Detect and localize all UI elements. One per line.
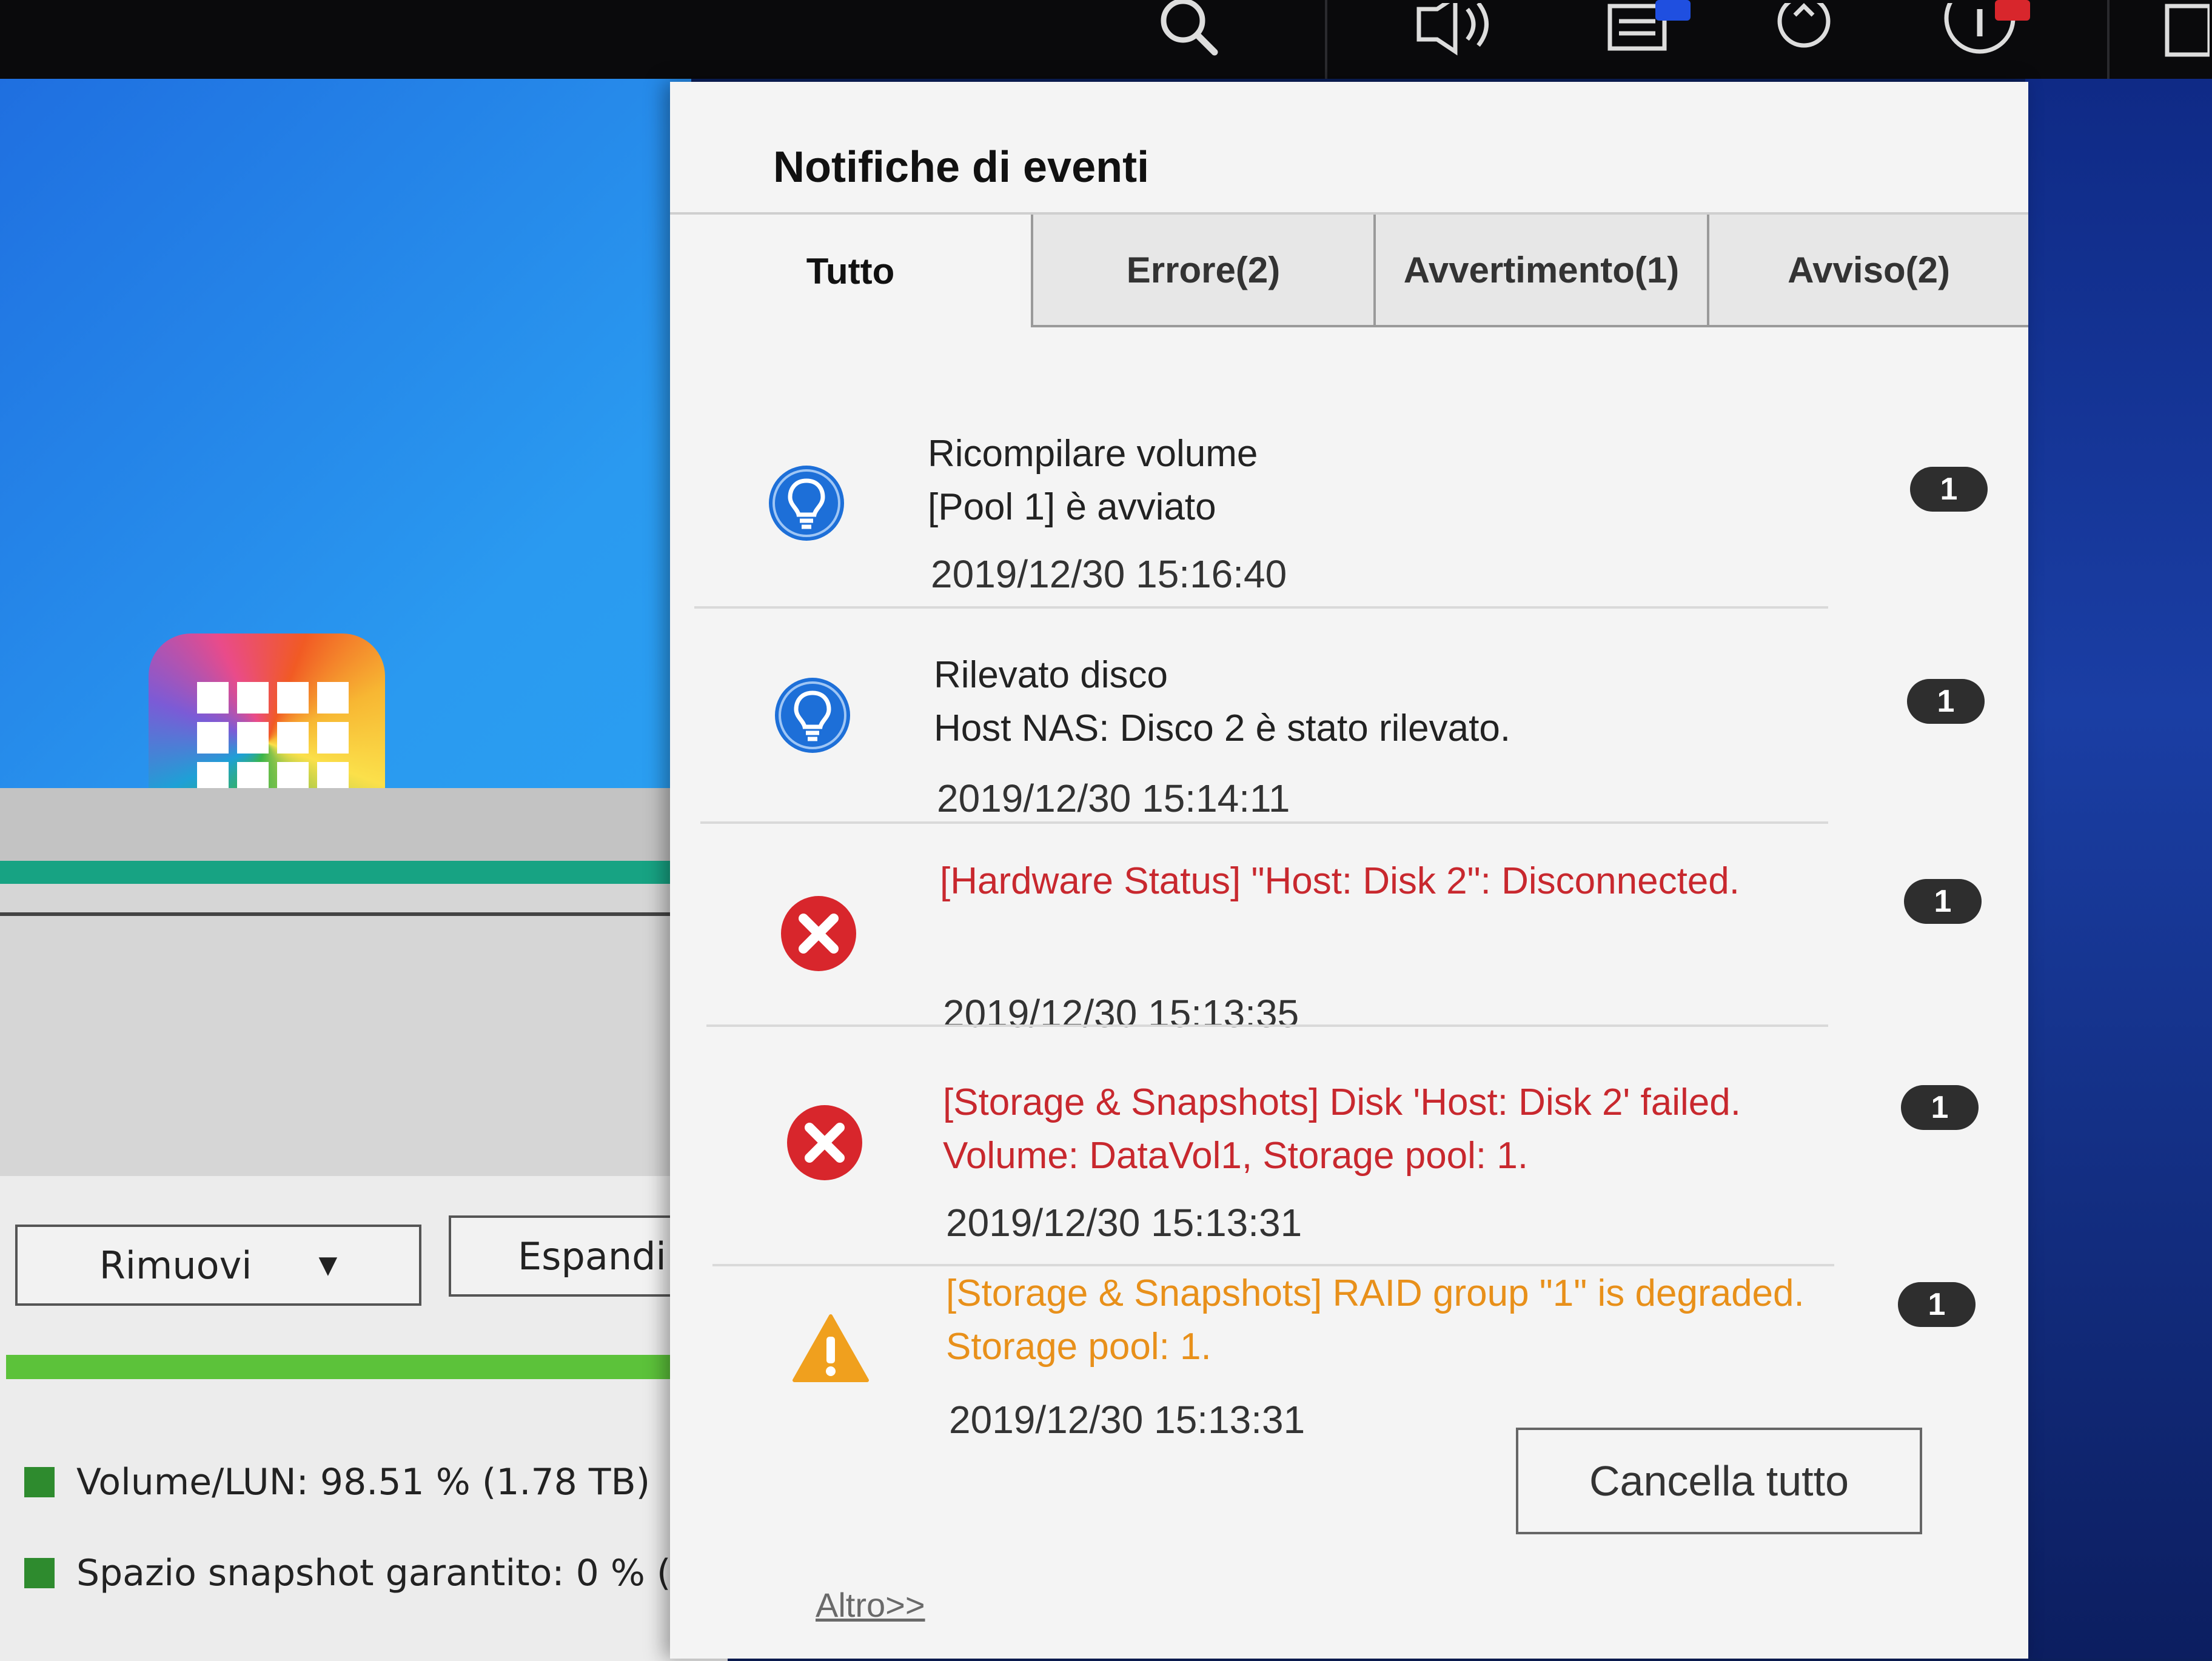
- volume-usage-bar: [6, 1355, 716, 1379]
- error-x-icon: [779, 894, 858, 973]
- user-icon[interactable]: [1765, 0, 1843, 67]
- tab-all[interactable]: Tutto: [670, 215, 1031, 327]
- event-message: Ricompilare volume [Pool 1] è avviato: [928, 433, 1258, 528]
- lightbulb-info-icon: [773, 676, 852, 755]
- event-item[interactable]: [Storage & Snapshots] Disk 'Host: Disk 2…: [670, 1015, 2028, 1266]
- storage-divider: [0, 912, 697, 916]
- tab-label: Avviso(2): [1788, 249, 1950, 290]
- event-timestamp: 2019/12/30 15:13:31: [946, 1201, 1302, 1245]
- lightbulb-info-icon: [767, 464, 846, 543]
- top-taskbar: [0, 0, 2212, 79]
- clear-all-label: Cancella tutto: [1589, 1457, 1849, 1505]
- app-grid-icon: [197, 682, 349, 794]
- tab-label: Tutto: [806, 250, 895, 292]
- event-message: [Storage & Snapshots] RAID group "1" is …: [946, 1272, 1805, 1368]
- search-icon[interactable]: [1152, 0, 1225, 67]
- remove-dropdown-button[interactable]: Rimuovi ▼: [15, 1225, 421, 1306]
- event-item[interactable]: Ricompilare volume [Pool 1] è avviato 20…: [670, 355, 2028, 609]
- tab-errors[interactable]: Errore(2): [1031, 215, 1373, 327]
- tasks-badge: [1655, 0, 1691, 21]
- legend-item-snapshot: Spazio snapshot garantito: 0 % (--): [24, 1552, 711, 1594]
- tab-label: Avvertimento(1): [1403, 249, 1680, 290]
- storage-teal-bar: [0, 861, 697, 884]
- event-count-badge: 1: [1907, 679, 1985, 724]
- legend-swatch: [24, 1467, 55, 1497]
- taskbar-divider: [1325, 0, 1327, 79]
- legend-label: Spazio snapshot garantito: 0 % (--): [76, 1552, 712, 1594]
- event-message: [Hardware Status] "Host: Disk 2": Discon…: [940, 860, 1740, 902]
- event-item[interactable]: [Hardware Status] "Host: Disk 2": Discon…: [670, 797, 2028, 1035]
- storage-pool-window: Rimuovi ▼ Espandi po Volume/LUN: 98.51 %…: [0, 788, 740, 1661]
- event-message: Rilevato disco Host NAS: Disco 2 è stato…: [934, 654, 1511, 749]
- error-x-icon: [785, 1103, 864, 1182]
- legend-swatch: [24, 1558, 55, 1588]
- tab-warnings[interactable]: Avvertimento(1): [1373, 215, 1707, 327]
- tab-label: Errore(2): [1126, 249, 1281, 290]
- more-link[interactable]: Altro>>: [816, 1585, 925, 1625]
- event-message: [Storage & Snapshots] Disk 'Host: Disk 2…: [943, 1081, 1741, 1177]
- notification-badge: [1995, 0, 2030, 21]
- speaker-icon[interactable]: [1413, 0, 1498, 67]
- window-icon[interactable]: [2159, 0, 2212, 67]
- storage-header-band: [0, 788, 728, 861]
- event-timestamp: 2019/12/30 15:13:31: [949, 1398, 1305, 1442]
- notification-tabs: Tutto Errore(2) Avvertimento(1) Avviso(2…: [670, 212, 2028, 330]
- desktop-background-right: [2025, 79, 2212, 1659]
- event-notifications-panel: Notifiche di eventi Tutto Errore(2) Avve…: [670, 82, 2028, 1659]
- clear-all-button[interactable]: Cancella tutto: [1516, 1428, 1922, 1534]
- event-count-badge: 1: [1898, 1282, 1976, 1327]
- legend-item-volume: Volume/LUN: 98.51 % (1.78 TB): [24, 1461, 650, 1503]
- taskbar-divider: [2107, 0, 2110, 79]
- warning-triangle-icon: [791, 1312, 870, 1391]
- tab-notices[interactable]: Avviso(2): [1707, 215, 2028, 327]
- panel-title: Notifiche di eventi: [773, 143, 1150, 192]
- event-count-badge: 1: [1901, 1085, 1979, 1130]
- event-count-badge: 1: [1910, 467, 1988, 512]
- event-item[interactable]: Rilevato disco Host NAS: Disco 2 è stato…: [670, 579, 2028, 824]
- remove-button-label: Rimuovi: [99, 1243, 252, 1288]
- legend-label: Volume/LUN: 98.51 % (1.78 TB): [76, 1461, 651, 1503]
- chevron-down-icon: ▼: [318, 1251, 338, 1279]
- event-count-badge: 1: [1904, 879, 1982, 924]
